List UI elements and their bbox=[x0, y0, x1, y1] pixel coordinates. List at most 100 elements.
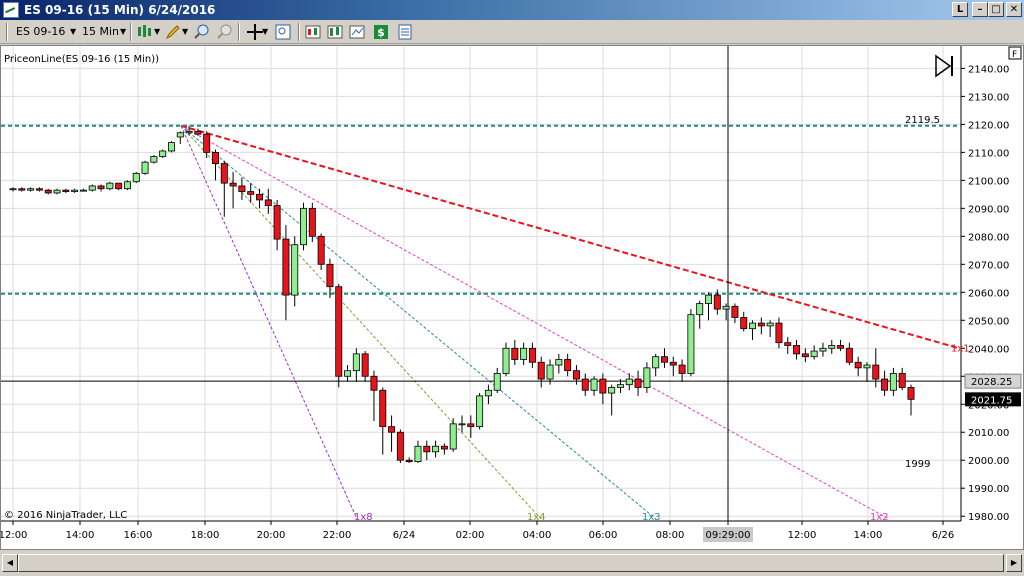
indicators-icon[interactable] bbox=[304, 23, 322, 41]
x-tick-label: 16:00 bbox=[124, 530, 153, 541]
indicator-label: PriceonLine(ES 09-16 (15 Min)) bbox=[4, 54, 159, 65]
candle-up bbox=[27, 188, 35, 191]
fan-label-1x4: 1x4 bbox=[527, 512, 546, 523]
chevron-down-icon[interactable]: ▼ bbox=[154, 23, 160, 41]
candle-up bbox=[79, 189, 87, 192]
fan-line-1x1 bbox=[180, 124, 960, 350]
candle-up bbox=[766, 322, 774, 327]
candle-down bbox=[467, 423, 475, 428]
minimize-button[interactable]: – bbox=[972, 2, 988, 17]
y-tick-label: 2000.00 bbox=[968, 456, 1009, 467]
x-tick-label: 6/24 bbox=[393, 530, 415, 541]
candle-down bbox=[669, 361, 677, 366]
instrument-label: ES 09-16 bbox=[16, 25, 66, 38]
maximize-button[interactable]: □ bbox=[988, 2, 1004, 17]
y-tick-label: 2110.00 bbox=[968, 148, 1009, 159]
candle-down bbox=[62, 189, 70, 192]
scroll-left-icon[interactable]: ◀ bbox=[2, 554, 18, 572]
low-annotation: 1999 bbox=[905, 459, 930, 470]
candle-up bbox=[352, 353, 360, 372]
window-titlebar[interactable]: ES 09-16 (15 Min) 6/24/2016 L – □ ✕ bbox=[0, 0, 1024, 20]
candle-up bbox=[344, 370, 352, 377]
chevron-down-icon: ▼ bbox=[70, 27, 77, 36]
candle-up bbox=[150, 156, 158, 163]
scroll-right-icon[interactable]: ▶ bbox=[1006, 554, 1022, 572]
price-chart[interactable]: 1980.001990.002000.002010.002020.002030.… bbox=[0, 46, 1023, 549]
candle-up bbox=[696, 303, 704, 316]
candle-down bbox=[854, 361, 862, 369]
candle-down bbox=[572, 370, 580, 380]
close-button[interactable]: ✕ bbox=[1006, 2, 1022, 17]
candle-down bbox=[238, 185, 246, 192]
candle-down bbox=[282, 238, 290, 296]
candle-down bbox=[678, 364, 686, 374]
candle-down bbox=[713, 294, 721, 310]
y-tick-label: 2070.00 bbox=[968, 260, 1009, 271]
instrument-selector[interactable]: ES 09-16 ▼ bbox=[16, 23, 78, 41]
last-price-label: 2021.75 bbox=[971, 395, 1012, 406]
horizontal-scrollbar[interactable]: ◀ ▶ bbox=[0, 551, 1024, 576]
candle-up bbox=[458, 423, 466, 426]
candle-up bbox=[300, 207, 308, 246]
candle-down bbox=[423, 445, 431, 453]
x-tick-label: 12:00 bbox=[788, 530, 817, 541]
y-tick-label: 2040.00 bbox=[968, 344, 1009, 355]
x-tick-label: 22:00 bbox=[323, 530, 352, 541]
candle-up bbox=[414, 445, 422, 463]
candle-up bbox=[616, 384, 624, 388]
strategies-icon[interactable] bbox=[326, 23, 344, 41]
data-box-icon[interactable] bbox=[274, 23, 292, 41]
candle-down bbox=[35, 188, 43, 191]
chevron-down-icon[interactable]: ▼ bbox=[262, 23, 268, 41]
x-tick-label: 12:00 bbox=[1, 530, 27, 541]
dollar-icon[interactable]: $ bbox=[372, 23, 390, 41]
candle-down bbox=[212, 151, 219, 164]
horizontal-line-label: 2119.5 bbox=[905, 115, 940, 126]
toolbar-separator bbox=[130, 23, 132, 41]
candle-down bbox=[775, 322, 783, 344]
y-tick-label: 2130.00 bbox=[968, 92, 1009, 103]
candle-down bbox=[97, 185, 105, 190]
pencil-icon[interactable] bbox=[164, 23, 182, 41]
candle-down bbox=[599, 378, 607, 394]
candle-down bbox=[537, 361, 545, 380]
candle-up bbox=[555, 359, 563, 366]
y-tick-label: 1980.00 bbox=[968, 512, 1009, 523]
candle-up bbox=[484, 389, 492, 397]
chart-panel[interactable]: 1980.001990.002000.002010.002020.002030.… bbox=[0, 45, 1024, 550]
fan-label-1x1: 1x1 bbox=[951, 343, 970, 354]
candle-down bbox=[18, 188, 26, 191]
line-chart-icon[interactable] bbox=[348, 23, 366, 41]
x-tick-label: 14:00 bbox=[66, 530, 95, 541]
candle-up bbox=[291, 244, 299, 296]
candle-down bbox=[247, 191, 255, 195]
candle-down bbox=[634, 378, 642, 388]
y-tick-label: 2080.00 bbox=[968, 232, 1009, 243]
candle-down bbox=[256, 193, 263, 201]
candle-up bbox=[106, 182, 114, 190]
y-tick-label: 2090.00 bbox=[968, 204, 1009, 215]
zoom-in-icon[interactable] bbox=[193, 23, 211, 41]
chevron-down-icon[interactable]: ▼ bbox=[182, 23, 188, 41]
y-tick-label: 2140.00 bbox=[968, 64, 1009, 75]
candle-up bbox=[53, 189, 61, 194]
candle-up bbox=[705, 294, 712, 304]
candle-down bbox=[115, 182, 123, 190]
bar-type-icon[interactable] bbox=[136, 23, 154, 41]
toolbar-separator bbox=[298, 23, 300, 41]
lock-button[interactable]: L bbox=[952, 2, 968, 17]
x-tick-label: 02:00 bbox=[456, 530, 485, 541]
candle-up bbox=[520, 347, 528, 360]
candle-up bbox=[141, 161, 149, 174]
candle-down bbox=[528, 347, 536, 363]
interval-selector[interactable]: 15 Min ▼ bbox=[82, 23, 128, 41]
scrollbar-thumb[interactable] bbox=[18, 554, 1004, 572]
candle-down bbox=[229, 182, 237, 187]
zoom-out-icon[interactable] bbox=[216, 23, 234, 41]
candle-down bbox=[784, 342, 792, 346]
candle-up bbox=[502, 347, 510, 374]
candle-up bbox=[722, 305, 730, 310]
f-badge-label: F bbox=[1012, 50, 1017, 60]
properties-icon[interactable] bbox=[396, 23, 414, 41]
y-tick-label: 2120.00 bbox=[968, 120, 1009, 131]
